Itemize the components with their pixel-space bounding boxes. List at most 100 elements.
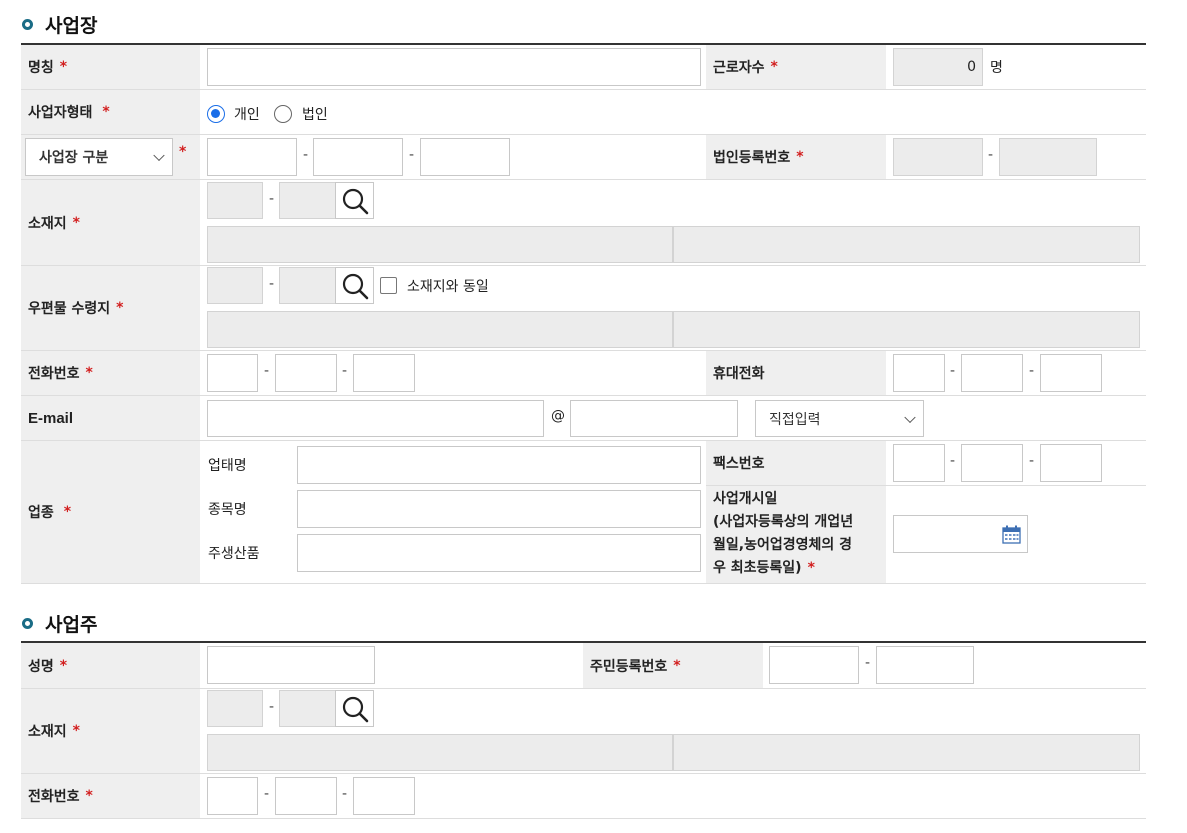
email-domain-input[interactable] (570, 400, 738, 437)
dash: - (950, 363, 956, 379)
mobile-part2[interactable] (961, 354, 1023, 392)
label-owner-name: 성명 * (21, 643, 200, 688)
required-mark: * (72, 214, 80, 231)
required-mark: * (770, 59, 778, 75)
label-text: 전화번호 (28, 789, 80, 805)
label-fax: 팩스번호 (706, 441, 886, 485)
dash: - (342, 786, 348, 802)
item-label: 종목명 (208, 502, 247, 518)
owner-address1 (207, 734, 673, 771)
owner-phone-part3[interactable] (353, 777, 415, 815)
required-mark: * (59, 59, 68, 75)
required-mark: * (85, 788, 93, 804)
location-address2 (673, 226, 1140, 263)
required-mark: * (796, 149, 804, 165)
phone-part2[interactable] (275, 354, 337, 392)
magnifier-icon (342, 188, 369, 215)
biz-reg-no-part2[interactable] (313, 138, 403, 176)
phone-part3[interactable] (353, 354, 415, 392)
resident-reg-part2[interactable] (876, 646, 974, 684)
label-owner-phone: 전화번호 * (21, 774, 200, 818)
resident-reg-part1[interactable] (769, 646, 859, 684)
fax-part3[interactable] (1040, 444, 1102, 482)
location-zip2 (279, 182, 336, 219)
radio-individual-label: 개인 (234, 107, 260, 123)
item-input[interactable] (297, 490, 701, 528)
owner-phone-part2[interactable] (275, 777, 337, 815)
same-as-location-checkbox[interactable] (380, 277, 397, 294)
corp-reg-no-part2 (999, 138, 1097, 176)
required-mark: * (179, 144, 187, 160)
radio-corporate[interactable] (274, 105, 292, 123)
required-mark: * (116, 300, 124, 316)
circle-bullet-icon (22, 19, 33, 30)
owner-name-input[interactable] (207, 646, 375, 684)
mail-address1 (207, 311, 673, 348)
label-mail-address: 우편물 수령지 * (21, 266, 200, 350)
start-date-input[interactable] (893, 515, 1028, 553)
dash: - (988, 147, 994, 163)
dash: - (1029, 363, 1035, 379)
location-search-button[interactable] (335, 182, 374, 219)
workplace-name-input[interactable] (207, 48, 701, 86)
mail-search-button[interactable] (335, 267, 374, 304)
owner-location-search-button[interactable] (335, 690, 374, 727)
biz-reg-no-part1[interactable] (207, 138, 297, 176)
label-mobile: 휴대전화 (706, 351, 886, 395)
label-text-line: 월일,농어업경영체의 경 (713, 537, 852, 553)
chevron-down-icon (153, 149, 165, 162)
row-divider (21, 818, 1146, 819)
biz-reg-no-part3[interactable] (420, 138, 510, 176)
dash: - (342, 363, 348, 379)
workers-count-field: 0 (893, 48, 983, 86)
label-name: 명칭 * (21, 45, 200, 89)
business-type-input[interactable] (297, 446, 701, 484)
label-biz-division: 사업장 구분 * (21, 135, 200, 179)
owner-address2 (673, 734, 1140, 771)
workers-unit: 명 (990, 60, 1003, 76)
fax-part2[interactable] (961, 444, 1023, 482)
mail-zip2 (279, 267, 336, 304)
chevron-down-icon (904, 411, 916, 423)
dash: - (950, 453, 956, 469)
label-text: 전화번호 (28, 366, 80, 382)
mobile-part1[interactable] (893, 354, 945, 392)
email-id-input[interactable] (207, 400, 544, 437)
radio-individual[interactable] (207, 105, 225, 123)
label-text: 소재지 (28, 215, 67, 232)
calendar-icon[interactable] (1002, 525, 1021, 544)
label-text: 휴대전화 (713, 366, 765, 382)
mobile-part3[interactable] (1040, 354, 1102, 392)
mail-address2 (673, 311, 1140, 348)
label-text: 법인등록번호 (713, 150, 791, 166)
label-corp-reg: 법인등록번호 * (706, 135, 886, 179)
dash: - (303, 147, 309, 163)
location-zip1 (207, 182, 263, 219)
magnifier-icon (342, 696, 369, 723)
phone-part1[interactable] (207, 354, 258, 392)
section-title-text: 사업주 (45, 614, 98, 636)
dash: - (269, 276, 275, 292)
fax-part1[interactable] (893, 444, 945, 482)
label-text: 소재지 (28, 724, 67, 740)
dash: - (1029, 453, 1035, 469)
owner-phone-part1[interactable] (207, 777, 258, 815)
label-text-line: 우 최초등록일) (713, 560, 802, 576)
select-value: 직접입력 (769, 411, 821, 428)
corp-reg-no-part1 (893, 138, 983, 176)
main-product-input[interactable] (297, 534, 701, 572)
email-domain-select[interactable]: 직접입력 (755, 400, 924, 437)
workers-count-value: 0 (967, 59, 976, 75)
main-product-label: 주생산품 (208, 546, 260, 562)
section-title-text: 사업장 (45, 15, 98, 37)
label-text: 우편물 수령지 (28, 301, 111, 317)
label-text: E-mail (28, 409, 74, 427)
biz-division-select[interactable]: 사업장 구분 (25, 138, 173, 176)
select-value: 사업장 구분 (39, 150, 109, 166)
label-start-date: 사업개시일 (사업자등록상의 개업년 월일,농어업경영체의 경 우 최초등록일)… (706, 486, 886, 583)
mail-zip1 (207, 267, 263, 304)
row-divider (21, 583, 1146, 584)
required-mark: * (63, 504, 72, 520)
location-address1 (207, 226, 673, 263)
required-mark: * (673, 657, 681, 674)
